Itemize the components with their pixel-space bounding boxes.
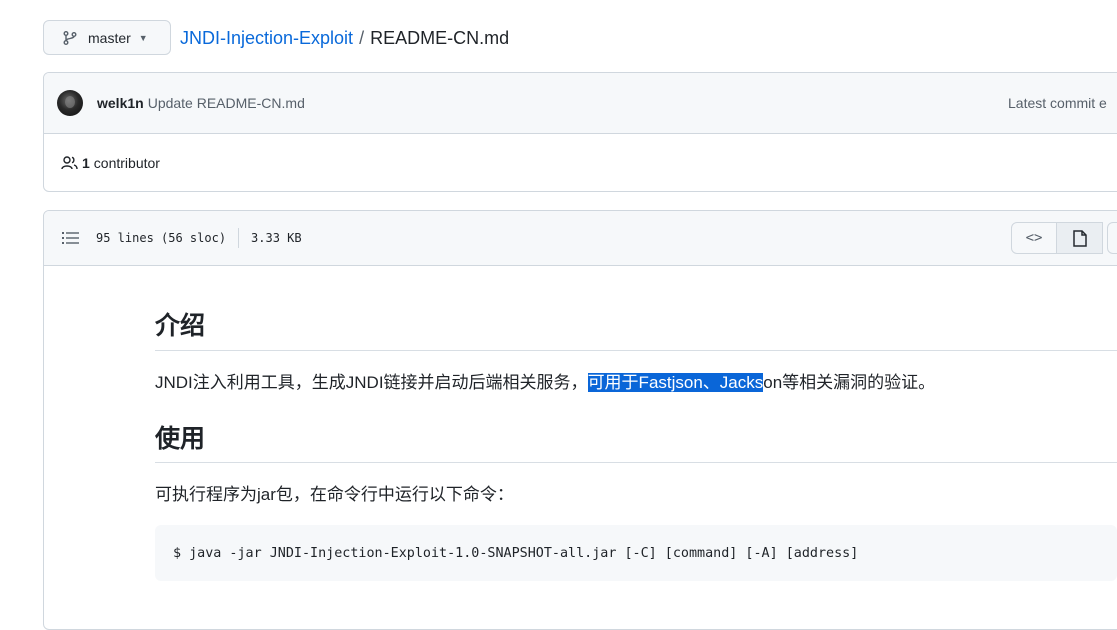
meta-divider: [238, 228, 240, 248]
branch-name: master: [88, 29, 131, 46]
file-size: 3.33 KB: [251, 231, 302, 245]
latest-commit-bar: welk1n Update README-CN.md Latest commit…: [44, 73, 1117, 134]
intro-text-before: JNDI注入利用工具，生成JNDI链接并启动后端相关服务，: [155, 373, 588, 392]
latest-commit-label: Latest commit: [1008, 95, 1096, 111]
file-header: 95 lines (56 sloc) 3.33 KB <>: [44, 211, 1117, 266]
file-icon: [1072, 229, 1087, 247]
preview-view-button[interactable]: [1057, 222, 1103, 254]
chevron-down-icon: ▼: [138, 32, 148, 43]
git-branch-icon: [63, 30, 77, 45]
view-toggle: <>: [1011, 222, 1117, 254]
file-name: README-CN.md: [370, 28, 510, 48]
contributor-label: contributor: [93, 155, 160, 171]
branch-select-button[interactable]: master ▼: [43, 20, 171, 55]
repo-link[interactable]: JNDI-Injection-Exploit: [180, 28, 353, 48]
commit-message[interactable]: Update README-CN.md: [148, 95, 305, 111]
heading-divider: [155, 462, 1117, 463]
code-icon: <>: [1025, 230, 1043, 246]
heading-divider: [155, 350, 1117, 351]
command-text: $ java -jar JNDI-Injection-Exploit-1.0-S…: [173, 545, 859, 561]
contributors-bar[interactable]: 1 contributor: [44, 134, 1117, 191]
intro-heading: 介绍: [155, 312, 206, 340]
selected-text: 可用于Fastjson、Jacks: [587, 373, 764, 392]
people-icon: [61, 156, 78, 170]
commit-hash[interactable]: e: [1099, 95, 1107, 111]
usage-heading: 使用: [155, 425, 206, 453]
intro-text-after: on等相关漏洞的验证。: [763, 373, 936, 392]
command-code-block[interactable]: $ java -jar JNDI-Injection-Exploit-1.0-S…: [155, 525, 1117, 581]
avatar[interactable]: [57, 90, 83, 116]
commit-author[interactable]: welk1n: [97, 95, 144, 111]
breadcrumb-separator: /: [359, 28, 365, 48]
latest-commit-info: Latest commit e: [1008, 95, 1107, 111]
commit-box: welk1n Update README-CN.md Latest commit…: [43, 72, 1117, 192]
usage-paragraph: 可执行程序为jar包，在命令行中运行以下命令：: [155, 485, 514, 504]
outline-list-icon[interactable]: [62, 230, 80, 246]
breadcrumb: JNDI-Injection-Exploit / README-CN.md: [180, 26, 509, 50]
file-lines: 95 lines (56 sloc): [96, 231, 227, 245]
intro-paragraph: JNDI注入利用工具，生成JNDI链接并启动后端相关服务，可用于Fastjson…: [155, 371, 935, 395]
more-view-button[interactable]: [1107, 222, 1117, 254]
contributor-count: 1: [82, 155, 90, 171]
code-view-button[interactable]: <>: [1011, 222, 1057, 254]
